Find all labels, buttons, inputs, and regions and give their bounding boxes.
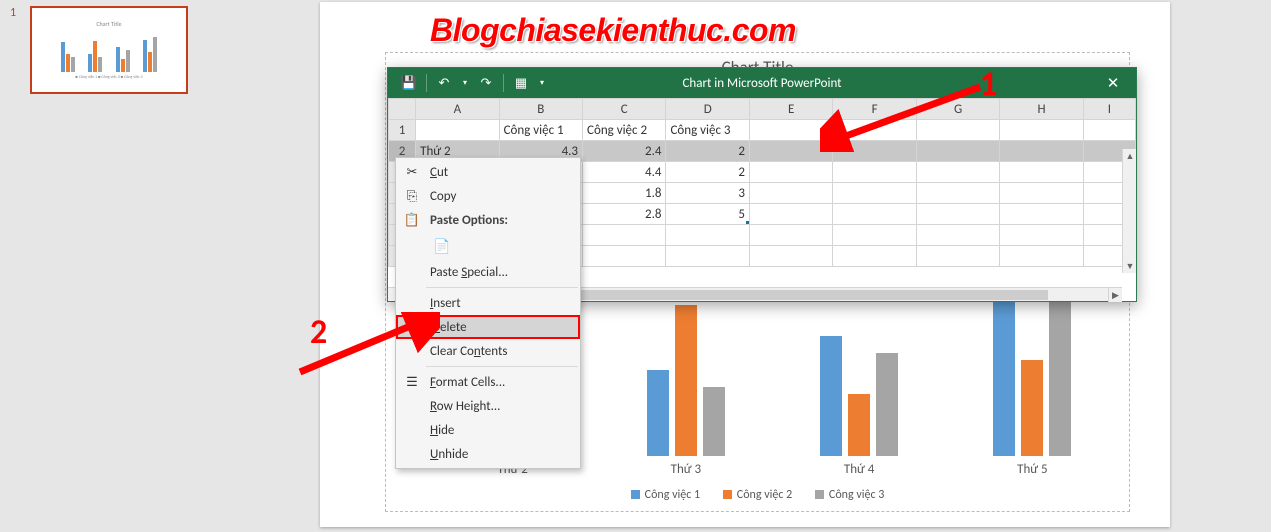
menu-paste-options-label: 📋 Paste Options: bbox=[396, 208, 580, 232]
close-icon: ✕ bbox=[1107, 74, 1120, 93]
menu-delete[interactable]: Delete bbox=[396, 315, 580, 339]
col-header-b[interactable]: B bbox=[499, 99, 582, 120]
vertical-scrollbar[interactable]: ▲ ▼ bbox=[1122, 149, 1136, 273]
watermark-text: Blogchiasekienthuc.com bbox=[430, 12, 796, 49]
scrollbar-thumb[interactable] bbox=[518, 290, 1048, 300]
cut-icon: ✂ bbox=[404, 164, 420, 180]
cell-d1[interactable]: Công việc 3 bbox=[666, 120, 749, 141]
menu-row-height[interactable]: Row Height... bbox=[396, 394, 580, 418]
cell-d4[interactable]: 3 bbox=[666, 183, 749, 204]
cell-a1[interactable] bbox=[416, 120, 499, 141]
menu-copy[interactable]: ⎘ Copy bbox=[396, 184, 580, 208]
close-button[interactable]: ✕ bbox=[1090, 68, 1136, 98]
cell-c1[interactable]: Công việc 2 bbox=[583, 120, 666, 141]
context-menu: ✂ Cut ⎘ Copy 📋 Paste Options: 📄 Paste Sp… bbox=[395, 157, 581, 469]
menu-insert[interactable]: Insert bbox=[396, 291, 580, 315]
thumbnail-chart-preview: Chart Title ■ Công việc 1 ■ Công việc 2 … bbox=[54, 20, 164, 80]
menu-unhide[interactable]: Unhide bbox=[396, 442, 580, 466]
format-cells-icon: ☰ bbox=[404, 374, 420, 390]
slide-edit-area: Chart Title Thứ 2 Thứ 3 Thứ 4 Thứ 5 Công… bbox=[200, 0, 1271, 532]
col-header-e[interactable]: E bbox=[749, 99, 832, 120]
chart-legend: Công việc 1 Công việc 2 Công việc 3 bbox=[386, 488, 1129, 504]
annotation-number-1: 1 bbox=[980, 64, 997, 105]
slide-number: 1 bbox=[10, 6, 16, 20]
cell-b1[interactable]: Công việc 1 bbox=[499, 120, 582, 141]
cell-c2[interactable]: 2.4 bbox=[583, 141, 666, 162]
col-header-f[interactable]: F bbox=[833, 99, 916, 120]
menu-format-cells[interactable]: ☰ Format Cells... bbox=[396, 370, 580, 394]
menu-separator bbox=[426, 366, 578, 367]
paste-icon: 📋 bbox=[404, 212, 420, 228]
qa-customize-icon[interactable]: ▾ bbox=[536, 70, 548, 96]
cell-d3[interactable]: 2 bbox=[666, 162, 749, 183]
menu-cut[interactable]: ✂ Cut bbox=[396, 160, 580, 184]
scroll-down-icon[interactable]: ▼ bbox=[1123, 259, 1136, 273]
redo-icon[interactable]: ↷ bbox=[473, 70, 499, 96]
edit-data-icon[interactable]: ▦ bbox=[508, 70, 534, 96]
menu-hide[interactable]: Hide bbox=[396, 418, 580, 442]
col-header-i[interactable]: I bbox=[1083, 99, 1135, 120]
save-icon[interactable]: 💾 bbox=[396, 70, 422, 96]
copy-icon: ⎘ bbox=[404, 188, 420, 204]
cell-c5[interactable]: 2.8 bbox=[583, 204, 666, 225]
menu-clear-contents[interactable]: Clear Contents bbox=[396, 339, 580, 363]
cell-d5[interactable]: 5 bbox=[666, 204, 749, 225]
menu-separator bbox=[426, 287, 578, 288]
col-header-c[interactable]: C bbox=[583, 99, 666, 120]
annotation-number-2: 2 bbox=[310, 312, 327, 353]
col-header-d[interactable]: D bbox=[666, 99, 749, 120]
slide-thumbnail-1[interactable]: Chart Title ■ Công việc 1 ■ Công việc 2 … bbox=[30, 6, 188, 94]
excel-titlebar[interactable]: 💾 ↶ ▾ ↷ ▦ ▾ Chart in Microsoft PowerPoin… bbox=[388, 68, 1136, 98]
menu-paste-special[interactable]: Paste Special... bbox=[396, 260, 580, 284]
scroll-right-icon[interactable]: ▶ bbox=[1108, 288, 1122, 302]
slide-canvas[interactable]: Chart Title Thứ 2 Thứ 3 Thứ 4 Thứ 5 Công… bbox=[320, 2, 1170, 527]
cell-d2[interactable]: 2 bbox=[666, 141, 749, 162]
scroll-up-icon[interactable]: ▲ bbox=[1123, 149, 1136, 163]
paste-option-default[interactable]: 📄 bbox=[430, 234, 454, 258]
select-all-cell[interactable] bbox=[389, 99, 416, 120]
row-header-1[interactable]: 1 bbox=[389, 120, 416, 141]
menu-paste-options-row: 📄 bbox=[396, 232, 580, 260]
slide-thumbnail-panel: 1 Chart Title ■ Công việc 1 ■ Công việc … bbox=[0, 0, 200, 532]
col-header-h[interactable]: H bbox=[1000, 99, 1083, 120]
col-header-a[interactable]: A bbox=[416, 99, 499, 120]
cell-c3[interactable]: 4.4 bbox=[583, 162, 666, 183]
undo-icon[interactable]: ↶ bbox=[431, 70, 457, 96]
undo-dropdown-icon[interactable]: ▾ bbox=[459, 70, 471, 96]
cell-c4[interactable]: 1.8 bbox=[583, 183, 666, 204]
